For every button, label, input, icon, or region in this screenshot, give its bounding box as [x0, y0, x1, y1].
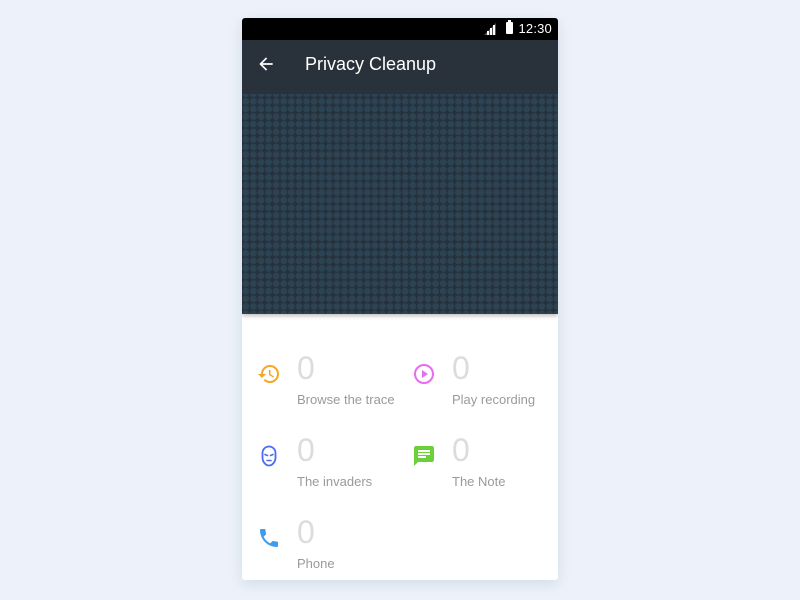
privacy-items-grid: 0 Browse the trace 0 Play recording 0 Th… [242, 314, 558, 580]
signal-icon [484, 23, 496, 35]
battery-icon [506, 20, 513, 34]
phone-screen: 12:30 Privacy Cleanup 0 Browse the trace… [242, 18, 558, 580]
item-label: Play recording [452, 392, 536, 407]
item-browse-trace[interactable]: 0 Browse the trace [242, 334, 395, 407]
scan-dot-grid [242, 90, 558, 314]
history-icon [258, 365, 279, 383]
play-circle-icon [414, 364, 434, 384]
status-time: 12:30 [518, 21, 552, 36]
item-count: 0 [452, 350, 470, 386]
item-phone[interactable]: 0 Phone [242, 498, 392, 571]
item-invaders[interactable]: 0 The invaders [242, 416, 392, 489]
page-title: Privacy Cleanup [305, 54, 437, 74]
item-label: The invaders [297, 474, 373, 489]
item-play-recording[interactable]: 0 Play recording [397, 334, 547, 407]
message-icon [414, 446, 434, 466]
mask-icon [261, 445, 277, 467]
phone-icon [260, 529, 278, 547]
item-label: The Note [452, 474, 506, 489]
item-label: Browse the trace [297, 392, 395, 407]
item-the-note[interactable]: 0 The Note [397, 416, 547, 489]
item-count: 0 [452, 432, 470, 468]
app-bar: Privacy Cleanup [242, 40, 558, 90]
item-count: 0 [297, 514, 315, 550]
item-label: Phone [297, 556, 335, 571]
arrow-back-icon[interactable] [256, 54, 276, 74]
status-bar: 12:30 [242, 18, 558, 40]
item-count: 0 [297, 432, 315, 468]
item-count: 0 [297, 350, 315, 386]
